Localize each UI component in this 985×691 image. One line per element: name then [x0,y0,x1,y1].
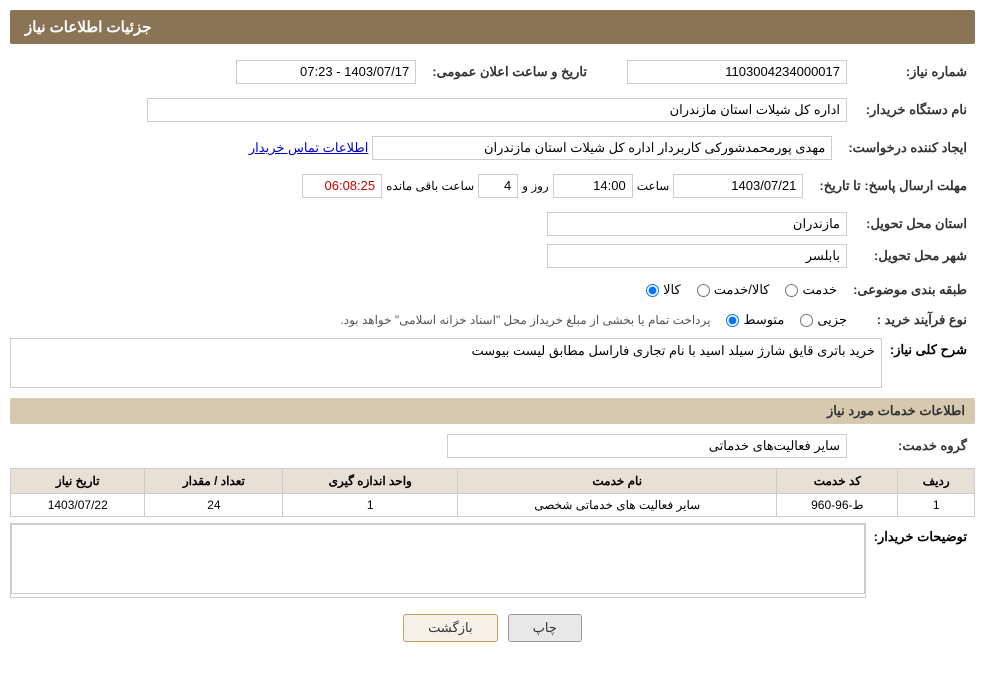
goroh-khadamat-value: سایر فعالیت‌های خدماتی [447,434,847,458]
mohlat-baqi: 06:08:25 [302,174,382,198]
tabaqe-group: خدمت کالا/خدمت کالا [18,282,837,298]
farayand-note: پرداخت تمام یا بخشی از مبلغ خریداز محل "… [340,313,710,327]
shahr-label: شهر محل تحویل: [855,240,975,272]
nam-dastgah-label: نام دستگاه خریدار: [855,94,975,126]
page-header: جزئیات اطلاعات نیاز [10,10,975,44]
col-tarikh: تاریخ نیاز [11,469,145,494]
tozihat-box [10,523,866,598]
mohlat-roz: 4 [478,174,518,198]
farayand-option-motevaset[interactable]: متوسط [726,312,784,328]
sharh-value: خرید باتری قایق شارژ سیلد اسید با نام تج… [10,338,882,388]
back-button[interactable]: بازگشت [403,614,497,642]
khadamat-section-title: اطلاعات خدمات مورد نیاز [10,398,975,424]
tabaqe-option-khadamat[interactable]: خدمت [785,282,837,298]
tozihat-label: توضیحات خریدار: [866,523,975,551]
shomara-niaz-value: 1103004234000017 [627,60,847,84]
cell-radif: 1 [898,494,975,517]
page-title: جزئیات اطلاعات نیاز [25,19,152,36]
nam-dastgah-value: اداره کل شیلات استان مازندران [147,98,847,122]
sharh-row: شرح کلی نیاز: خرید باتری قایق شارژ سیلد … [10,338,975,388]
cell-vahed: 1 [283,494,458,517]
ostan-label: استان محل تحویل: [855,208,975,240]
tabaqe-option-kala-khadamat[interactable]: کالا/خدمت [697,282,770,298]
khadamat-table: ردیف کد خدمت نام خدمت واحد اندازه گیری ت… [10,468,975,517]
mohlat-saat: 14:00 [553,174,633,198]
mohlat-label: مهلت ارسال پاسخ: تا تاریخ: [811,170,975,202]
goroh-khadamat-label: گروه خدمت: [855,430,975,462]
cell-tedad: 24 [145,494,283,517]
tozihat-row: توضیحات خریدار: [10,523,975,598]
col-tedad: تعداد / مقدار [145,469,283,494]
tarikhe-аelan-value: 1403/07/17 - 07:23 [236,60,416,84]
farayand-option-jozi[interactable]: جزیی [800,312,847,328]
tabaqe-option-kala[interactable]: کالا [646,282,681,298]
tarikhe-аelan-label: تاریخ و ساعت اعلان عمومی: [424,56,595,88]
mohlat-date: 1403/07/21 [673,174,803,198]
tabaqe-label: طبقه بندی موضوعی: [845,278,975,302]
ejad-konande-label: ایجاد کننده درخواست: [840,132,975,164]
cell-tarikh: 1403/07/22 [11,494,145,517]
sharh-label: شرح کلی نیاز: [882,338,975,362]
ostan-value: مازندران [547,212,847,236]
buttons-row: چاپ بازگشت [10,614,975,642]
cell-nam: سایر فعالیت های خدماتی شخصی [458,494,777,517]
cell-kod: ط-96-960 [777,494,898,517]
farayand-group: جزیی متوسط پرداخت تمام یا بخشی از مبلغ خ… [18,312,847,328]
noع-farayand-label: نوع فرآیند خرید : [855,308,975,332]
print-button[interactable]: چاپ [508,614,582,642]
col-kod: کد خدمت [777,469,898,494]
mohlat-baqi-label: ساعت باقی مانده [386,179,474,193]
col-radif: ردیف [898,469,975,494]
table-row: 1 ط-96-960 سایر فعالیت های خدماتی شخصی 1… [11,494,975,517]
tozihat-textarea[interactable] [11,524,865,594]
ejad-konande-value: مهدی پورمحمدشورکی کاربردار اداره کل شیلا… [372,136,832,160]
mohlat-saat-label: ساعت [637,179,670,193]
mohlat-roz-label: روز و [522,179,549,193]
col-vahed: واحد اندازه گیری [283,469,458,494]
shahr-value: بابلسر [547,244,847,268]
shomara-niaz-label: شماره نیاز: [855,56,975,88]
col-nam: نام خدمت [458,469,777,494]
ejad-konande-link[interactable]: اطلاعات تماس خریدار [249,140,368,156]
